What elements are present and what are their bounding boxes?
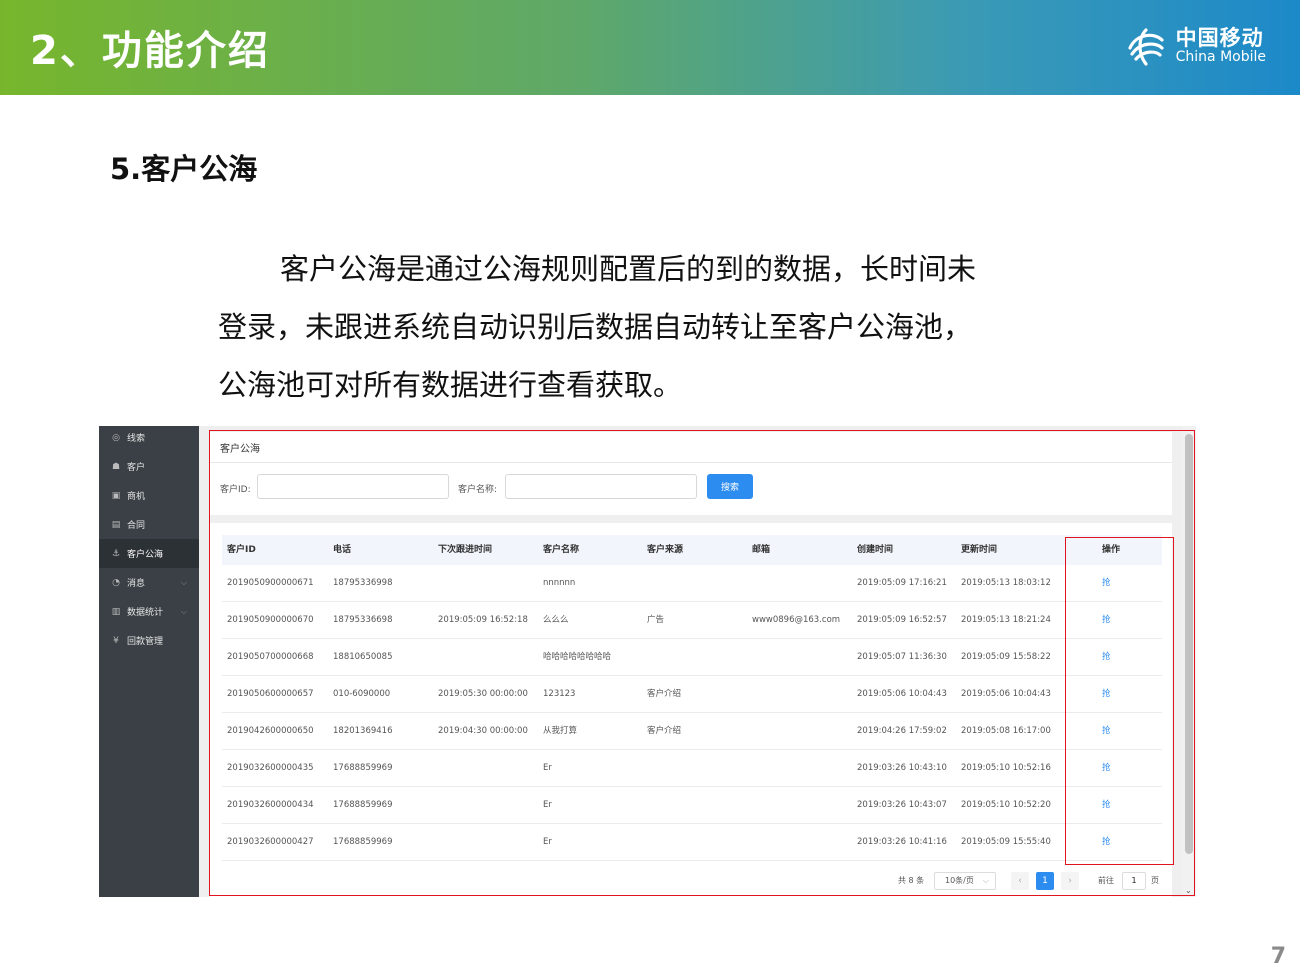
chevron-down-icon: ⌵ xyxy=(180,577,187,587)
sidebar-item[interactable]: ▤ 合同 xyxy=(99,510,199,539)
sidebar-item[interactable]: ◔ 消息 ⌵ xyxy=(99,568,199,597)
clue-icon: ◎ xyxy=(112,432,120,443)
china-mobile-logo-icon xyxy=(1128,28,1164,66)
logo-text-en: China Mobile xyxy=(1175,49,1266,65)
contract-icon: ▤ xyxy=(111,519,121,530)
opportunity-icon: ▣ xyxy=(111,490,121,501)
sidebar-item-label: 客户 xyxy=(127,463,146,473)
description-paragraph: 客户公海是通过公海规则配置后的到的数据，长时间未 登录，未跟进系统自动识别后数据… xyxy=(218,240,1098,414)
sidebar-item-label: 线索 xyxy=(127,434,146,444)
sidebar-item-label: 客户公海 xyxy=(127,550,164,560)
sidebar-item[interactable]: ☗ 客户 xyxy=(99,452,199,481)
logo-text-cn: 中国移动 xyxy=(1175,26,1264,50)
paragraph-line: 登录，未跟进系统自动识别后数据自动转让至客户公海池， xyxy=(218,310,973,344)
slide: 2、功能介绍 中国移动 China Mobile 5.客户公海 客户公海是通过公… xyxy=(0,0,1300,975)
chevron-down-icon: ⌵ xyxy=(180,606,187,616)
customer-icon: ☗ xyxy=(111,461,121,472)
paragraph-line: 公海池可对所有数据进行查看获取。 xyxy=(218,368,683,402)
sidebar-item-label: 回款管理 xyxy=(127,637,164,647)
anchor-icon: ⚓ xyxy=(111,548,121,559)
header-bar: 2、功能介绍 中国移动 China Mobile xyxy=(0,0,1300,95)
section-title: 5.客户公海 xyxy=(110,152,258,186)
sidebar-item-label: 数据统计 xyxy=(127,608,164,618)
sidebar-item-label: 消息 xyxy=(127,579,146,589)
sidebar-item[interactable]: ¥ 回款管理 xyxy=(99,626,199,655)
sidebar: ◎ 线索 ☗ 客户 ▣ 商机 ▤ 合同 ⚓ 客户公海 ◔ 消息 ⌵ ▥ 数据统计 ⌵ ¥ 回款管理 xyxy=(99,426,199,897)
sidebar-item[interactable]: ⚓ 客户公海 xyxy=(99,539,199,568)
stats-icon: ▥ xyxy=(111,606,121,617)
highlight-frame-panel xyxy=(209,430,1195,896)
header-title: 2、功能介绍 xyxy=(30,28,270,74)
sidebar-item-label: 商机 xyxy=(127,492,146,502)
page-number: 7 xyxy=(1270,944,1286,969)
yen-icon: ¥ xyxy=(113,635,119,646)
china-mobile-logo: 中国移动 China Mobile xyxy=(1124,24,1266,68)
sidebar-item[interactable]: ◎ 线索 xyxy=(99,423,199,452)
sidebar-item-label: 合同 xyxy=(127,521,146,531)
paragraph-line: 客户公海是通过公海规则配置后的到的数据，长时间未 xyxy=(280,252,977,286)
message-icon: ◔ xyxy=(112,577,120,588)
sidebar-item[interactable]: ▣ 商机 xyxy=(99,481,199,510)
highlight-frame-actions xyxy=(1065,537,1174,865)
app-screenshot: ◎ 线索 ☗ 客户 ▣ 商机 ▤ 合同 ⚓ 客户公海 ◔ 消息 ⌵ ▥ 数据统计 ⌵ ¥ 回款管理 客户公海 客户… xyxy=(99,426,1196,897)
sidebar-item[interactable]: ▥ 数据统计 ⌵ xyxy=(99,597,199,626)
